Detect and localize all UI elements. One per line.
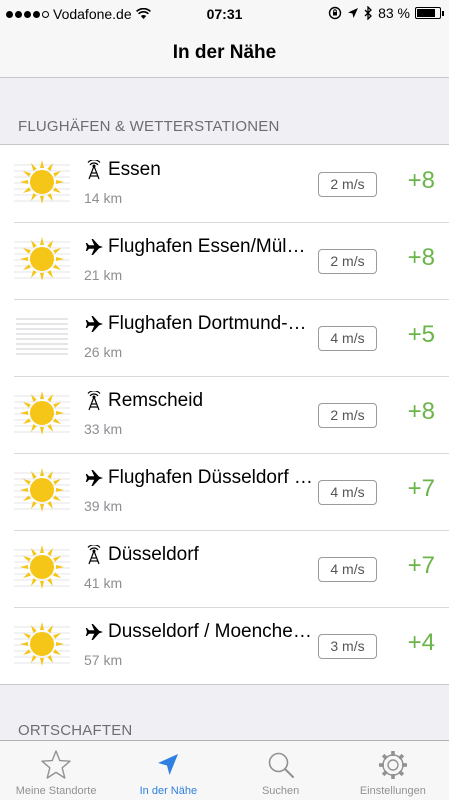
sunny-weather-icon: [14, 545, 70, 589]
airplane-icon: [85, 316, 103, 332]
sunny-weather-icon: [14, 237, 70, 281]
section-header-places: ORTSCHAFTEN: [18, 722, 133, 739]
station-row[interactable]: Remscheid 33 km 2 m/s +8: [0, 376, 449, 453]
star-icon: [41, 750, 71, 779]
station-antenna-icon: [87, 545, 101, 565]
gear-icon: [378, 751, 407, 779]
station-row[interactable]: Flughafen Dortmund-Wickede 26 km 4 m/s +5: [0, 299, 449, 376]
tab-suchen[interactable]: Suchen: [225, 741, 337, 800]
temperature: +7: [407, 552, 435, 579]
tab-meine-standorte[interactable]: Meine Standorte: [0, 741, 112, 800]
station-name: Dusseldorf / Moenchengladbach: [108, 621, 313, 642]
station-name: Remscheid: [108, 390, 204, 411]
station-distance: 39 km: [84, 498, 123, 514]
wind-speed-badge: 3 m/s: [318, 634, 377, 659]
station-row[interactable]: Essen 14 km 2 m/s +8: [0, 145, 449, 222]
temperature: +4: [407, 629, 435, 656]
temperature: +5: [407, 321, 435, 348]
station-name: Flughafen Dortmund-Wickede: [108, 313, 313, 334]
station-distance: 57 km: [84, 652, 123, 668]
fog-weather-icon: [16, 318, 68, 355]
tab-bar: Meine Standorte In der Nähe Suchen Einst…: [0, 740, 449, 800]
temperature: +8: [407, 167, 435, 194]
tab-label: Meine Standorte: [15, 785, 97, 797]
status-bar: Vodafone.de 07:31 83 %: [0, 0, 449, 28]
station-row[interactable]: Flughafen Düsseldorf International 39 km 4…: [0, 453, 449, 530]
airplane-icon: [85, 624, 103, 640]
station-name: Düsseldorf: [108, 544, 199, 565]
station-list: Essen 14 km 2 m/s +8 Flughafen Essen/Mülheim…: [0, 144, 449, 685]
wind-speed-badge: 4 m/s: [318, 557, 377, 582]
station-distance: 21 km: [84, 267, 123, 283]
station-name: Essen: [108, 159, 161, 180]
sunny-weather-icon: [14, 391, 70, 435]
wind-speed-badge: 2 m/s: [318, 249, 377, 274]
temperature: +8: [407, 244, 435, 271]
station-distance: 14 km: [84, 190, 123, 206]
battery-percent: 83 %: [378, 5, 410, 21]
airplane-icon: [85, 470, 103, 486]
location-arrow-icon: [158, 754, 179, 775]
airplane-icon: [85, 239, 103, 255]
tab-in-der-naehe[interactable]: In der Nähe: [112, 741, 224, 800]
station-row[interactable]: Flughafen Essen/Mülheim 21 km 2 m/s +8: [0, 222, 449, 299]
temperature: +8: [407, 398, 435, 425]
wind-speed-badge: 4 m/s: [318, 480, 377, 505]
bluetooth-icon: [364, 6, 372, 20]
tab-label: Einstellungen: [359, 785, 426, 797]
section-header-airports: FLUGHÄFEN & WETTERSTATIONEN: [18, 118, 280, 135]
rotation-lock-icon: [328, 6, 342, 20]
sunny-weather-icon: [14, 468, 70, 512]
tab-einstellungen[interactable]: Einstellungen: [337, 741, 449, 800]
station-name: Flughafen Essen/Mülheim: [108, 236, 313, 257]
station-antenna-icon: [87, 391, 101, 411]
station-antenna-icon: [87, 160, 101, 180]
station-name: Flughafen Düsseldorf International: [108, 467, 313, 488]
sunny-weather-icon: [14, 160, 70, 204]
search-icon: [268, 752, 294, 778]
temperature: +7: [407, 475, 435, 502]
station-distance: 33 km: [84, 421, 123, 437]
status-indicators: 83 %: [328, 5, 444, 21]
station-distance: 41 km: [84, 575, 123, 591]
station-row[interactable]: Dusseldorf / Moenchengladbach 57 km 3 m/s +…: [0, 607, 449, 684]
page-title: In der Nähe: [172, 41, 277, 63]
station-distance: 26 km: [84, 344, 123, 360]
sunny-weather-icon: [14, 622, 70, 666]
wind-speed-badge: 2 m/s: [318, 403, 377, 428]
battery-icon: [415, 7, 444, 19]
tab-label: Suchen: [261, 785, 300, 797]
tab-label: In der Nähe: [139, 785, 198, 797]
location-services-icon: [348, 8, 359, 18]
navigation-bar: In der Nähe: [0, 28, 449, 78]
wind-speed-badge: 2 m/s: [318, 172, 377, 197]
wind-speed-badge: 4 m/s: [318, 326, 377, 351]
station-row[interactable]: Düsseldorf 41 km 4 m/s +7: [0, 530, 449, 607]
